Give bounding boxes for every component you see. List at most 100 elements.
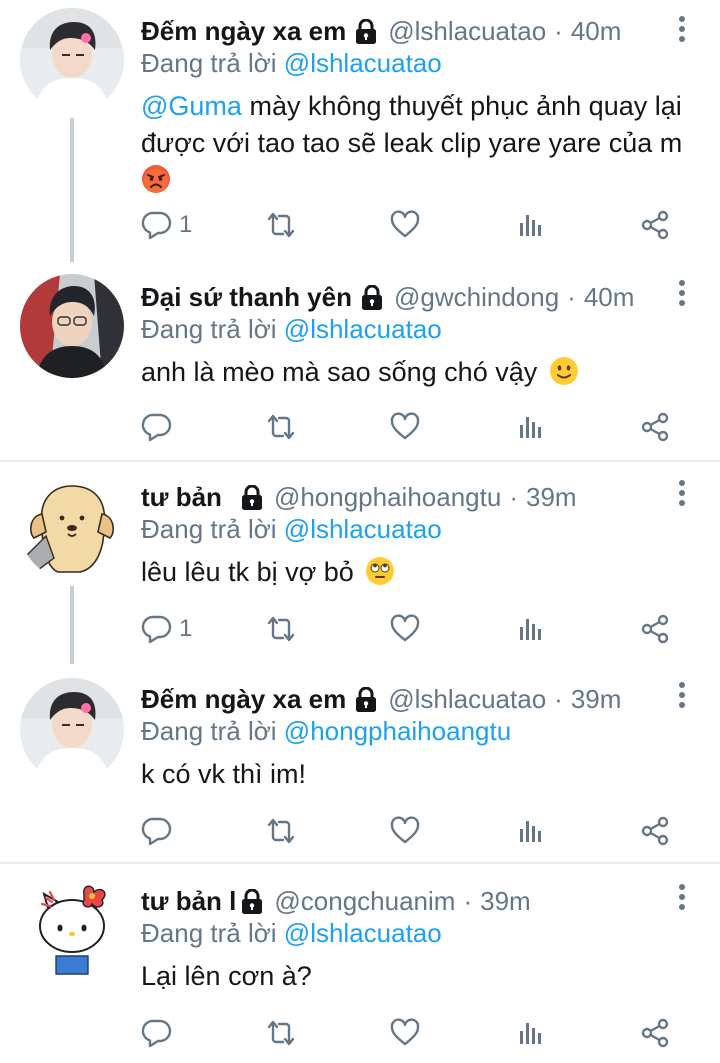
more-vertical-icon[interactable] <box>676 480 688 510</box>
tweet-header: tư bản l @congchuanim · 39m <box>141 884 531 918</box>
mention-link[interactable]: @Guma <box>141 91 242 121</box>
timestamp[interactable]: 39m <box>526 482 577 513</box>
reply-button[interactable] <box>141 1016 179 1050</box>
user-handle[interactable]: @hongphaihoangtu <box>274 482 501 513</box>
tweet-actions <box>141 410 681 444</box>
eye-roll-face-emoji <box>365 556 395 586</box>
like-icon <box>389 411 421 443</box>
lock-icon <box>240 485 264 511</box>
display-name[interactable]: tư bản <box>141 482 222 513</box>
reply-mention[interactable]: @lshlacuatao <box>284 314 442 344</box>
share-button[interactable] <box>639 814 671 848</box>
like-button[interactable] <box>389 208 421 242</box>
reply-mention[interactable]: @lshlacuatao <box>284 514 442 544</box>
reply-icon <box>141 613 173 645</box>
analytics-button[interactable] <box>515 1016 547 1050</box>
reply-button[interactable] <box>141 410 179 444</box>
avatar[interactable] <box>20 8 124 112</box>
reply-mention[interactable]: @lshlacuatao <box>284 48 442 78</box>
share-icon <box>639 1017 671 1049</box>
analytics-icon <box>515 1017 547 1049</box>
tweet-text-content: Lại lên cơn à? <box>141 961 312 991</box>
analytics-button[interactable] <box>515 814 547 848</box>
like-icon <box>389 613 421 645</box>
timestamp[interactable]: 39m <box>480 886 531 917</box>
tweet[interactable]: tư bản @hongphaihoangtu · 39m Đang trả l… <box>0 462 720 664</box>
reply-count: 1 <box>179 211 193 238</box>
like-button[interactable] <box>389 410 421 444</box>
analytics-button[interactable] <box>515 410 547 444</box>
analytics-icon <box>515 815 547 847</box>
avatar[interactable] <box>20 476 124 580</box>
timestamp[interactable]: 39m <box>571 684 622 715</box>
analytics-button[interactable] <box>515 208 547 242</box>
tweet-actions <box>141 1016 681 1050</box>
like-icon <box>389 1017 421 1049</box>
more-vertical-icon[interactable] <box>676 16 688 46</box>
user-handle[interactable]: @gwchindong <box>394 282 559 313</box>
thread-line <box>70 586 74 664</box>
like-button[interactable] <box>389 1016 421 1050</box>
retweet-button[interactable] <box>265 410 297 444</box>
retweet-icon <box>265 613 297 645</box>
thread-line <box>70 118 74 262</box>
avatar[interactable] <box>20 878 124 982</box>
tweet-text: lêu lêu tk bị vợ bỏ <box>141 554 701 591</box>
share-icon <box>639 613 671 645</box>
retweet-button[interactable] <box>265 208 297 242</box>
like-button[interactable] <box>389 612 421 646</box>
tweet[interactable]: Đếm ngày xa em @lshlacuatao · 40m Đang t… <box>0 0 720 262</box>
tweet-header: Đại sứ thanh yên @gwchindong · 40m <box>141 280 634 314</box>
tweet-header: tư bản @hongphaihoangtu · 39m <box>141 480 577 514</box>
tweet[interactable]: tư bản l @congchuanim · 39m Đang trả lời… <box>0 864 720 1063</box>
avatar[interactable] <box>20 274 124 378</box>
lock-icon <box>240 889 264 915</box>
like-button[interactable] <box>389 814 421 848</box>
reply-count: 1 <box>179 615 193 642</box>
display-name[interactable]: tư bản l <box>141 886 236 917</box>
share-icon <box>639 209 671 241</box>
angry-face-emoji <box>141 164 171 194</box>
separator-dot: · <box>554 683 563 714</box>
analytics-button[interactable] <box>515 612 547 646</box>
tweet-header: Đếm ngày xa em @lshlacuatao · 39m <box>141 682 621 716</box>
user-handle[interactable]: @lshlacuatao <box>388 16 546 47</box>
tweet[interactable]: Đếm ngày xa em @lshlacuatao · 39m Đang t… <box>0 662 720 862</box>
reply-button[interactable] <box>141 814 179 848</box>
retweet-button[interactable] <box>265 1016 297 1050</box>
tweet-text: k có vk thì im! <box>141 756 701 793</box>
timestamp[interactable]: 40m <box>584 282 635 313</box>
analytics-icon <box>515 209 547 241</box>
display-name[interactable]: Đếm ngày xa em <box>141 16 346 47</box>
replying-to: Đang trả lời @hongphaihoangtu <box>141 716 511 747</box>
lock-icon <box>354 687 378 713</box>
tweet[interactable]: Đại sứ thanh yên @gwchindong · 40m Đang … <box>0 262 720 460</box>
display-name[interactable]: Đại sứ thanh yên <box>141 282 352 313</box>
user-handle[interactable]: @lshlacuatao <box>388 684 546 715</box>
user-handle[interactable]: @congchuanim <box>274 886 455 917</box>
share-button[interactable] <box>639 208 671 242</box>
display-name[interactable]: Đếm ngày xa em <box>141 684 346 715</box>
retweet-icon <box>265 209 297 241</box>
replying-to: Đang trả lời @lshlacuatao <box>141 918 442 949</box>
reply-icon <box>141 411 173 443</box>
more-vertical-icon[interactable] <box>676 682 688 712</box>
reply-prefix: Đang trả lời <box>141 314 277 344</box>
reply-prefix: Đang trả lời <box>141 918 277 948</box>
reply-mention[interactable]: @lshlacuatao <box>284 918 442 948</box>
tweet-actions <box>141 814 681 848</box>
share-button[interactable] <box>639 612 671 646</box>
reply-mention[interactable]: @hongphaihoangtu <box>284 716 511 746</box>
reply-button[interactable]: 1 <box>141 612 192 646</box>
more-vertical-icon[interactable] <box>676 280 688 310</box>
share-button[interactable] <box>639 410 671 444</box>
share-button[interactable] <box>639 1016 671 1050</box>
retweet-button[interactable] <box>265 814 297 848</box>
separator-dot: · <box>463 885 473 916</box>
retweet-icon <box>265 1017 297 1049</box>
reply-button[interactable]: 1 <box>141 208 192 242</box>
timestamp[interactable]: 40m <box>571 16 622 47</box>
more-vertical-icon[interactable] <box>676 884 688 914</box>
retweet-button[interactable] <box>265 612 297 646</box>
avatar[interactable] <box>20 678 124 782</box>
